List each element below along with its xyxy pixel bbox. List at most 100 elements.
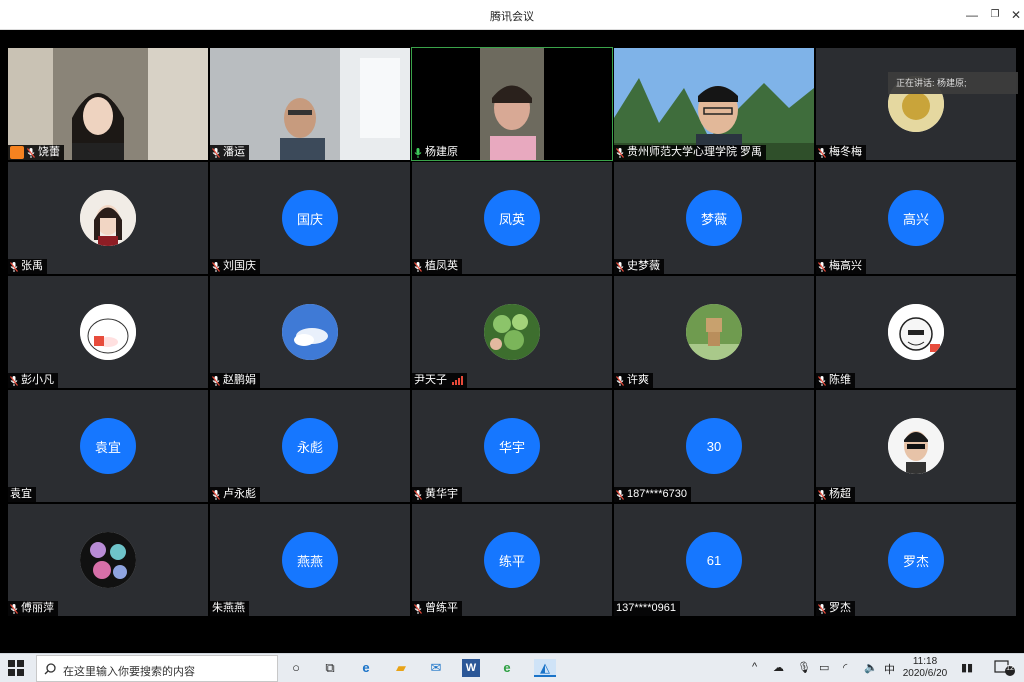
participant-tile[interactable]: 燕燕 朱燕燕 xyxy=(210,504,410,616)
mic-muted-icon xyxy=(818,147,826,158)
participant-nameplate: 杨建原 xyxy=(412,145,462,160)
participant-tile[interactable]: 傅丽萍 xyxy=(8,504,208,616)
participant-avatar: 练平 xyxy=(484,532,540,588)
wifi-icon[interactable]: ◜ xyxy=(843,661,847,674)
microphone-icon[interactable]: 🎙 xyxy=(797,661,811,674)
participant-nameplate: 张禹 xyxy=(8,259,47,274)
participant-nameplate: 潘运 xyxy=(210,145,249,160)
participant-tile[interactable]: 梦薇 史梦薇 xyxy=(614,162,814,274)
participant-tile[interactable]: 彭小凡 xyxy=(8,276,208,388)
cortana-icon[interactable]: ○ xyxy=(287,659,305,677)
participant-tile[interactable]: 30 187****6730 xyxy=(614,390,814,502)
participant-tile[interactable]: 国庆 刘国庆 xyxy=(210,162,410,274)
participant-grid: 饶蕾 潘运 杨建原 贵州师范大学心理学院 罗禹 梅冬梅 张禹 国庆 刘国庆 凤英 植凤英 梦薇 史梦薇… xyxy=(8,47,1018,618)
participant-avatar xyxy=(80,304,136,360)
title-bar: 腾讯会议 — ❐ ✕ xyxy=(0,0,1024,30)
mic-muted-icon xyxy=(616,375,624,386)
participant-avatar: 梦薇 xyxy=(686,190,742,246)
participant-tile[interactable]: 凤英植凤英 xyxy=(412,162,612,274)
search-placeholder: 在这里输入你要搜索的内容 xyxy=(63,666,195,678)
participant-nameplate: 黄华宇 xyxy=(412,487,462,502)
mic-muted-icon xyxy=(212,147,220,158)
participant-avatar xyxy=(80,532,136,588)
participant-tile[interactable]: 61 137****0961 xyxy=(614,504,814,616)
network-signal-icon xyxy=(452,376,463,385)
task-view-icon[interactable]: ⧉ xyxy=(321,659,339,677)
participant-avatar: 国庆 xyxy=(282,190,338,246)
participant-name: 傅丽萍 xyxy=(21,602,54,614)
participant-tile[interactable]: 梅冬梅 xyxy=(816,48,1016,160)
mail-icon[interactable]: ✉ xyxy=(427,659,445,677)
taskbar-app-icon[interactable]: ▮▮ xyxy=(961,661,973,674)
file-explorer-icon[interactable]: ▰ xyxy=(392,659,410,677)
participant-avatar xyxy=(484,304,540,360)
mic-muted-icon xyxy=(414,261,422,272)
participant-avatar: 凤英 xyxy=(484,190,540,246)
mic-on-icon xyxy=(414,147,422,158)
windows-start-icon[interactable] xyxy=(8,660,24,676)
participant-tile[interactable]: 潘运 xyxy=(210,48,410,160)
clock-date: 2020/6/20 xyxy=(902,668,948,679)
participant-tile[interactable]: 杨建原 xyxy=(411,47,613,161)
participant-nameplate: 137****0961 xyxy=(614,601,680,616)
browser-icon[interactable]: e xyxy=(498,659,516,677)
window-title: 腾讯会议 xyxy=(490,11,534,23)
participant-tile[interactable]: 袁宜 袁宜 xyxy=(8,390,208,502)
taskbar-search-box[interactable]: 在这里输入你要搜索的内容 xyxy=(36,655,278,682)
battery-icon[interactable]: ▭ xyxy=(819,661,829,674)
participant-tile[interactable]: 许爽 xyxy=(614,276,814,388)
word-icon[interactable]: W xyxy=(462,659,480,677)
mic-muted-icon xyxy=(212,261,220,272)
tencent-meeting-icon[interactable]: ◭ xyxy=(534,659,556,677)
notification-count: 12 xyxy=(1006,665,1014,672)
participant-tile[interactable]: 陈维 xyxy=(816,276,1016,388)
participant-name: 贵州师范大学心理学院 罗禹 xyxy=(627,146,763,158)
participant-avatar: 高兴 xyxy=(888,190,944,246)
participant-tile[interactable]: 饶蕾 xyxy=(8,48,208,160)
participant-tile[interactable]: 贵州师范大学心理学院 罗禹 xyxy=(614,48,814,160)
mic-muted-icon xyxy=(27,147,35,158)
participant-tile[interactable]: 杨超 xyxy=(816,390,1016,502)
clock-time: 11:18 xyxy=(912,656,938,667)
edge-icon[interactable]: e xyxy=(357,659,375,677)
participant-avatar: 罗杰 xyxy=(888,532,944,588)
host-icon xyxy=(10,146,24,159)
ime-indicator[interactable]: 中 xyxy=(884,661,895,677)
participant-tile[interactable]: 高兴梅高兴 xyxy=(816,162,1016,274)
participant-tile[interactable]: 罗杰 罗杰 xyxy=(816,504,1016,616)
participant-tile[interactable]: 张禹 xyxy=(8,162,208,274)
participant-nameplate: 梅高兴 xyxy=(816,259,866,274)
minimize-icon[interactable]: — xyxy=(962,5,982,25)
participant-name: 袁宜 xyxy=(10,488,32,500)
participant-tile[interactable]: 尹天子 xyxy=(412,276,612,388)
participant-avatar: 华宇 xyxy=(484,418,540,474)
participant-nameplate: 许爽 xyxy=(614,373,653,388)
participant-tile[interactable]: 赵鹏娟 xyxy=(210,276,410,388)
mic-muted-icon xyxy=(818,489,826,500)
participant-avatar xyxy=(686,304,742,360)
participant-nameplate: 卢永彪 xyxy=(210,487,260,502)
participant-avatar: 61 xyxy=(686,532,742,588)
notification-center-icon[interactable]: 12 xyxy=(994,660,1016,676)
participant-name: 杨建原 xyxy=(425,146,458,158)
system-clock[interactable]: 11:18 2020/6/20 xyxy=(900,656,950,680)
onedrive-icon[interactable]: ☁ xyxy=(773,661,784,674)
participant-tile[interactable]: 练平曾练平 xyxy=(412,504,612,616)
participant-nameplate: 植凤英 xyxy=(412,259,462,274)
participant-name: 梅高兴 xyxy=(829,260,862,272)
participant-nameplate: 饶蕾 xyxy=(8,145,64,160)
participant-tile[interactable]: 华宇黄华宇 xyxy=(412,390,612,502)
volume-icon[interactable]: 🔈 xyxy=(864,661,878,674)
participant-avatar xyxy=(888,304,944,360)
close-icon[interactable]: ✕ xyxy=(1006,5,1024,25)
participant-tile[interactable]: 永彪 卢永彪 xyxy=(210,390,410,502)
chevron-up-icon[interactable]: ^ xyxy=(752,661,757,673)
participant-name: 137****0961 xyxy=(616,602,676,614)
participant-name: 朱燕燕 xyxy=(212,602,245,614)
participant-nameplate: 赵鹏娟 xyxy=(210,373,260,388)
participant-name: 许爽 xyxy=(627,374,649,386)
participant-avatar xyxy=(80,190,136,246)
restore-icon[interactable]: ❐ xyxy=(985,5,1005,25)
mic-muted-icon xyxy=(414,489,422,500)
participant-name: 曾练平 xyxy=(425,602,458,614)
